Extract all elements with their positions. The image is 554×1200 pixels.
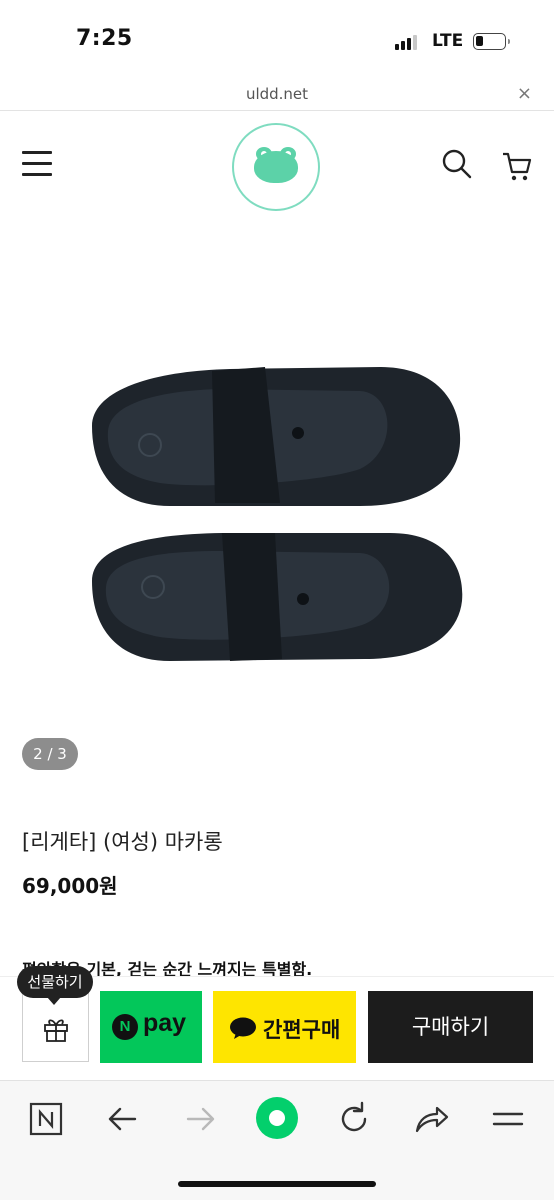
n-home-icon[interactable]	[24, 1097, 68, 1141]
product-name: [리게타] (여성) 마카롱	[22, 830, 223, 854]
purchase-bar: 선물하기 N pay 간편구매 구매하기	[0, 966, 554, 1080]
npay-label: pay	[143, 1009, 187, 1037]
close-icon[interactable]: ×	[517, 83, 532, 104]
frog-logo[interactable]	[232, 123, 320, 211]
url-domain[interactable]: uldd.net	[0, 85, 554, 103]
gift-icon	[44, 1019, 68, 1042]
browser-toolbar	[0, 1080, 554, 1200]
product-image[interactable]	[0, 221, 554, 721]
signal-icon	[395, 34, 423, 50]
battery-icon	[473, 33, 510, 50]
refresh-icon[interactable]	[332, 1097, 376, 1141]
forward-icon[interactable]	[178, 1097, 222, 1141]
share-icon[interactable]	[409, 1097, 453, 1141]
npay-logo-icon: N	[112, 1014, 138, 1040]
status-bar: 7:25 LTE	[0, 0, 554, 78]
image-pager: 2 / 3	[22, 738, 78, 770]
status-time: 7:25	[76, 26, 133, 51]
green-dot-icon[interactable]	[254, 1095, 300, 1141]
network-type: LTE	[432, 31, 464, 51]
cart-icon[interactable]	[501, 151, 533, 183]
buy-button[interactable]: 구매하기	[368, 991, 533, 1063]
product-description: 편안함은 기본, 걷는 순간 느껴지는 특별함.	[22, 960, 313, 976]
kakao-label: 간편구매	[263, 1018, 341, 1042]
npay-button[interactable]: N pay	[100, 991, 202, 1063]
shoe-top	[92, 367, 461, 506]
site-header	[0, 111, 554, 221]
search-icon[interactable]	[442, 149, 472, 179]
product-price: 69,000원	[22, 874, 118, 898]
menu-icon[interactable]	[486, 1097, 530, 1141]
kakao-quick-buy-button[interactable]: 간편구매	[213, 991, 356, 1063]
gift-tooltip: 선물하기	[17, 966, 93, 1005]
back-icon[interactable]	[101, 1097, 145, 1141]
shoe-bottom	[92, 533, 463, 661]
url-bar[interactable]: uldd.net ×	[0, 78, 554, 111]
home-indicator	[178, 1181, 376, 1187]
speech-bubble-icon	[230, 1017, 256, 1039]
hamburger-menu-icon[interactable]	[22, 151, 52, 176]
